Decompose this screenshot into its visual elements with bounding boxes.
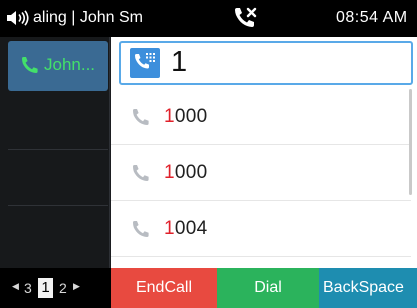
dial-input-value: 1 bbox=[171, 46, 188, 78]
dial-number-input[interactable]: 1 bbox=[119, 41, 413, 85]
suggestion-number: 1000 bbox=[164, 162, 207, 184]
pager-page[interactable]: 2 bbox=[59, 280, 67, 296]
pager-current-page: 1 bbox=[38, 278, 53, 298]
remaining-digits: 004 bbox=[174, 218, 208, 239]
chevron-left-icon[interactable]: ◀ bbox=[12, 281, 19, 292]
clock: 08:54 AM bbox=[336, 9, 408, 26]
line-panel: John... bbox=[0, 37, 110, 268]
backspace-button[interactable]: BackSpace bbox=[319, 268, 417, 308]
active-call-tab[interactable]: John... bbox=[8, 41, 108, 91]
suggestion-scrollbar[interactable] bbox=[409, 89, 412, 195]
dial-button[interactable]: Dial bbox=[217, 268, 319, 308]
phone-icon bbox=[131, 108, 151, 133]
pager-page[interactable]: 3 bbox=[24, 280, 32, 296]
line-contact-name: John... bbox=[44, 55, 96, 74]
call-status-title: aling | John Sm bbox=[33, 9, 143, 26]
status-bar: aling | John Sm 08:54 AM bbox=[0, 0, 417, 37]
missed-call-icon[interactable] bbox=[233, 7, 259, 34]
remaining-digits: 000 bbox=[174, 106, 208, 127]
dialpad-icon bbox=[130, 48, 160, 78]
suggestion-list: 1000 1000 1004 bbox=[111, 89, 411, 257]
suggestion-item[interactable]: 1000 bbox=[111, 89, 411, 145]
suggestion-item[interactable]: 1004 bbox=[111, 201, 411, 257]
chevron-right-icon[interactable]: ▶ bbox=[73, 281, 80, 292]
suggestion-item[interactable]: 1000 bbox=[111, 145, 411, 201]
end-call-button[interactable]: EndCall bbox=[111, 268, 217, 308]
softkey-bar: ◀ 3 1 2 ▶ EndCall Dial BackSpace bbox=[0, 268, 417, 308]
line-pager: ◀ 3 1 2 ▶ bbox=[0, 268, 111, 308]
line-divider bbox=[8, 149, 108, 150]
suggestion-number: 1000 bbox=[164, 106, 207, 128]
matched-digits: 1 bbox=[164, 218, 175, 239]
phone-icon bbox=[19, 56, 39, 81]
phone-icon bbox=[131, 164, 151, 189]
speaker-volume-icon bbox=[6, 10, 30, 31]
matched-digits: 1 bbox=[164, 106, 175, 127]
dial-panel: 1 1000 1000 1004 bbox=[111, 37, 417, 268]
suggestion-number: 1004 bbox=[164, 218, 207, 240]
line-divider bbox=[8, 205, 108, 206]
matched-digits: 1 bbox=[164, 162, 175, 183]
remaining-digits: 000 bbox=[174, 162, 208, 183]
phone-icon bbox=[131, 220, 151, 245]
